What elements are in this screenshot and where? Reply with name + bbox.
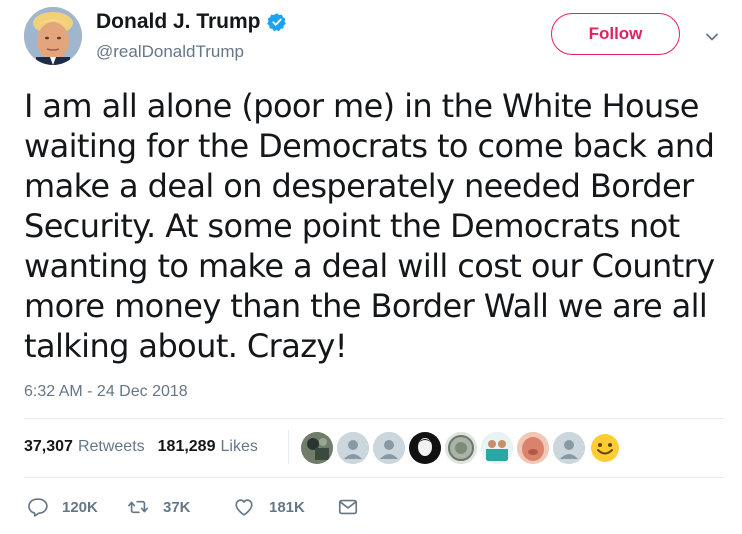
like-button[interactable]: 181K	[233, 496, 337, 518]
divider	[24, 477, 724, 478]
tweet-timestamp[interactable]: 6:32 AM - 24 Dec 2018	[24, 382, 188, 402]
tweet-card: Donald J. Trump @realDonaldTrump Follow …	[0, 0, 742, 534]
envelope-icon	[337, 496, 359, 518]
retweet-icon	[127, 496, 149, 518]
like-count: 181K	[269, 498, 305, 516]
liker-avatar[interactable]	[553, 432, 585, 464]
liker-avatar[interactable]	[517, 432, 549, 464]
liker-avatars	[301, 432, 621, 464]
tweet-actions: 120K 37K 181K	[26, 496, 359, 518]
tweet-stats: 37,307 Retweets 181,289 Likes	[24, 437, 258, 457]
reply-count: 120K	[62, 498, 98, 516]
author-display-name[interactable]: Donald J. Trump	[96, 9, 261, 35]
retweet-count: 37K	[163, 498, 191, 516]
author-avatar[interactable]	[24, 7, 82, 65]
liker-avatar[interactable]	[481, 432, 513, 464]
liker-avatar[interactable]	[409, 432, 441, 464]
direct-message-button[interactable]	[337, 496, 359, 518]
reply-icon	[26, 496, 48, 518]
chevron-down-icon[interactable]	[704, 29, 720, 45]
tweet-text: I am all alone (poor me) in the White Ho…	[24, 87, 715, 365]
retweets-count: 37,307	[24, 438, 73, 455]
likes-label: Likes	[220, 438, 258, 455]
heart-icon	[233, 496, 255, 518]
liker-avatar[interactable]	[445, 432, 477, 464]
likes-stat[interactable]: 181,289 Likes	[158, 437, 258, 457]
author-handle[interactable]: @realDonaldTrump	[96, 41, 244, 63]
likes-count: 181,289	[157, 438, 216, 455]
liker-avatar[interactable]	[301, 432, 333, 464]
liker-avatar[interactable]	[589, 432, 621, 464]
reply-button[interactable]: 120K	[26, 496, 127, 518]
divider	[24, 418, 724, 419]
author-name-row: Donald J. Trump	[96, 9, 287, 35]
liker-avatar[interactable]	[373, 432, 405, 464]
retweet-button[interactable]: 37K	[127, 496, 233, 518]
liker-avatar[interactable]	[337, 432, 369, 464]
retweets-label: Retweets	[77, 438, 145, 455]
verified-badge-icon	[266, 12, 287, 32]
follow-button[interactable]: Follow	[551, 13, 680, 55]
retweets-stat[interactable]: 37,307 Retweets	[24, 437, 145, 457]
stats-separator	[288, 430, 289, 464]
